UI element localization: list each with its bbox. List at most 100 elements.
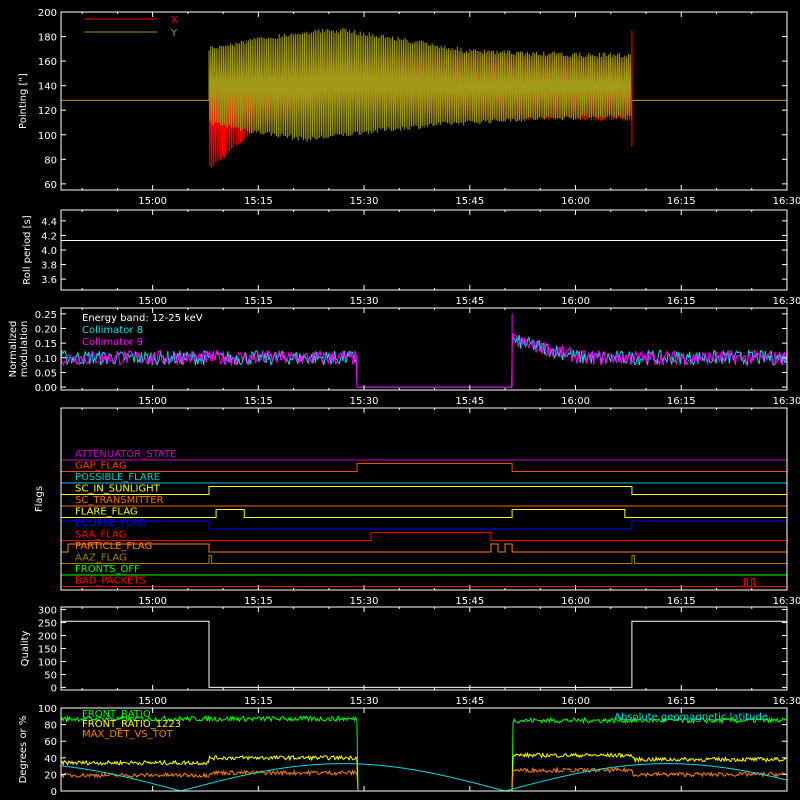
ratios-geomagnetic-latitude-line (60, 763, 788, 792)
flag-line-saa-flag (61, 532, 787, 541)
ratios-ytick-label: 0 (51, 787, 57, 798)
modulation-legend-9: Collimator 9 (82, 337, 143, 348)
quality-xtick-label: 16:30 (773, 696, 800, 707)
hessi-observing-summary: 60 80 100 120 140 160 180 200 15:00 15:15 15:30 15:… (0, 0, 800, 800)
roll-ytick-label: 4.0 (41, 246, 57, 257)
roll-xtick-label: 15:30 (350, 296, 379, 307)
modulation-ytick-label: 0.00 (35, 383, 57, 394)
roll-ytick-label: 4.4 (41, 217, 57, 228)
roll-ytick-label: 3.8 (41, 261, 57, 272)
flags-xtick-label: 15:00 (138, 596, 167, 607)
flag-label-particle-flag: PARTICLE_FLAG (75, 541, 152, 552)
quality-ytick-label: 150 (38, 645, 57, 656)
multi-panel-chart: 60 80 100 120 140 160 180 200 15:00 15:15 15:30 15:… (8, 8, 800, 798)
quality-ytick-label: 50 (44, 670, 57, 681)
pointing-xtick-label: 15:00 (138, 196, 167, 207)
quality-ytick-label: 200 (38, 632, 57, 643)
pointing-ylabel: Pointing ["] (18, 73, 29, 129)
modulation-xtick-label: 16:15 (667, 396, 696, 407)
quality-ytick-label: 300 (38, 606, 57, 617)
quality-ytick-label: 100 (38, 657, 57, 668)
roll-xtick-label: 15:45 (455, 296, 484, 307)
modulation-collimator-9-line (60, 332, 788, 388)
pointing-ytick-label: 120 (38, 106, 57, 117)
legend-label-Y: Y (170, 28, 178, 39)
ratios-ylabel: Degrees or % (18, 716, 29, 784)
modulation-ytick-label: 0.15 (35, 339, 57, 350)
modulation-ytick-label: 0.25 (35, 310, 57, 321)
modulation-ytick-label: 0.10 (35, 354, 57, 365)
modulation-ytick-label: 0.05 (35, 368, 57, 379)
modulation-xtick-label: 15:15 (244, 396, 273, 407)
quality-ytick-label: 0 (51, 683, 57, 694)
flags-xtick-label: 16:00 (561, 596, 590, 607)
roll-ytick-label: 4.2 (41, 231, 57, 242)
roll-xtick-label: 16:15 (667, 296, 696, 307)
ratios-legend-3: MAX_DET_VS_TOT (82, 729, 174, 740)
modulation-xtick-label: 16:30 (773, 396, 800, 407)
pointing-ytick-label: 80 (44, 155, 57, 166)
quality-ytick-label: 250 (38, 619, 57, 630)
pointing-Y-line (208, 28, 633, 142)
flags-xtick-label: 16:15 (667, 596, 696, 607)
ratios-ytick-label: 60 (44, 737, 57, 748)
quality-xtick-label: 15:45 (455, 696, 484, 707)
flags-xtick-label: 15:15 (244, 596, 273, 607)
roll-xtick-label: 16:00 (561, 296, 590, 307)
pointing-series (61, 28, 787, 169)
quality-xtick-label: 16:00 (561, 696, 590, 707)
roll-ytick-label: 3.6 (41, 275, 57, 286)
flag-label-bad-packets: BAD_PACKETS (75, 576, 146, 587)
roll-ylabel: Roll period [s] (22, 215, 33, 284)
roll-xtick-label: 16:30 (773, 296, 800, 307)
modulation-xtick-label: 16:00 (561, 396, 590, 407)
modulation-annotation: Energy band: 12-25 keV (82, 313, 203, 324)
quality-xtick-label: 15:15 (244, 696, 273, 707)
flags-xtick-label: 15:45 (455, 596, 484, 607)
flag-line-gap-flag (61, 463, 787, 472)
pointing-ytick-label: 100 (38, 131, 57, 142)
flag-line-sc-in-sunlight (61, 486, 787, 495)
quality-xtick-label: 15:00 (138, 696, 167, 707)
flag-label-gap-flag: GAP_FLAG (75, 461, 127, 472)
modulation-xtick-label: 15:00 (138, 396, 167, 407)
flag-label-sc-transmitter: SC_TRANSMITTER (75, 495, 164, 506)
modulation-ytick-label: 0.20 (35, 325, 57, 336)
flags-xtick-label: 15:30 (350, 596, 379, 607)
ratios-ytick-label: 100 (38, 704, 57, 715)
pointing-ytick-label: 160 (38, 57, 57, 68)
flag-label-possible-flare: POSSIBLE_FLARE (75, 472, 160, 483)
flag-label-aaz-flag: AAZ_FLAG (75, 553, 127, 564)
flags-ylabel: Flags (34, 486, 45, 512)
pointing-ytick-label: 140 (38, 82, 57, 93)
flag-line-flare-flag (61, 509, 787, 518)
legend-label-X: X (171, 15, 178, 26)
roll-frame (60, 209, 788, 291)
pointing-xtick-label: 15:30 (350, 196, 379, 207)
ratios-ytick-label: 40 (44, 754, 57, 765)
flag-label-attenuator-state: ATTENUATOR_STATE (75, 449, 176, 460)
pointing-xtick-label: 15:15 (244, 196, 273, 207)
flags-xtick-label: 16:30 (773, 596, 800, 607)
pointing-ytick-label: 200 (38, 8, 57, 19)
flag-line-bad-packets (61, 578, 787, 587)
modulation-ylabel: Normalized (8, 321, 19, 378)
flag-line-eclipse-flag (60, 520, 788, 530)
flag-line-particle-flag (61, 543, 787, 553)
pointing-ytick-label: 60 (44, 180, 57, 191)
ratios-legend-geomagnetic: Absolute geomagnetic latitude (614, 712, 768, 723)
pointing-xtick-label: 16:30 (773, 196, 800, 207)
quality-line (61, 620, 787, 688)
pointing-ytick-label: 180 (38, 33, 57, 44)
quality-xtick-label: 15:30 (350, 696, 379, 707)
flag-label-eclipse-flag: ECLIPSE_FLAG (75, 518, 146, 529)
modulation-ylabel: modulation (19, 321, 30, 378)
modulation-xtick-label: 15:45 (455, 396, 484, 407)
modulation-legend-8: Collimator 8 (82, 325, 143, 336)
pointing-xtick-label: 16:15 (667, 196, 696, 207)
roll-xtick-label: 15:15 (244, 296, 273, 307)
quality-ylabel: Quality (20, 631, 31, 667)
quality-frame (60, 606, 788, 691)
ratios-ytick-label: 80 (44, 721, 57, 732)
ratios-front-ratio-1223-line (60, 751, 787, 792)
